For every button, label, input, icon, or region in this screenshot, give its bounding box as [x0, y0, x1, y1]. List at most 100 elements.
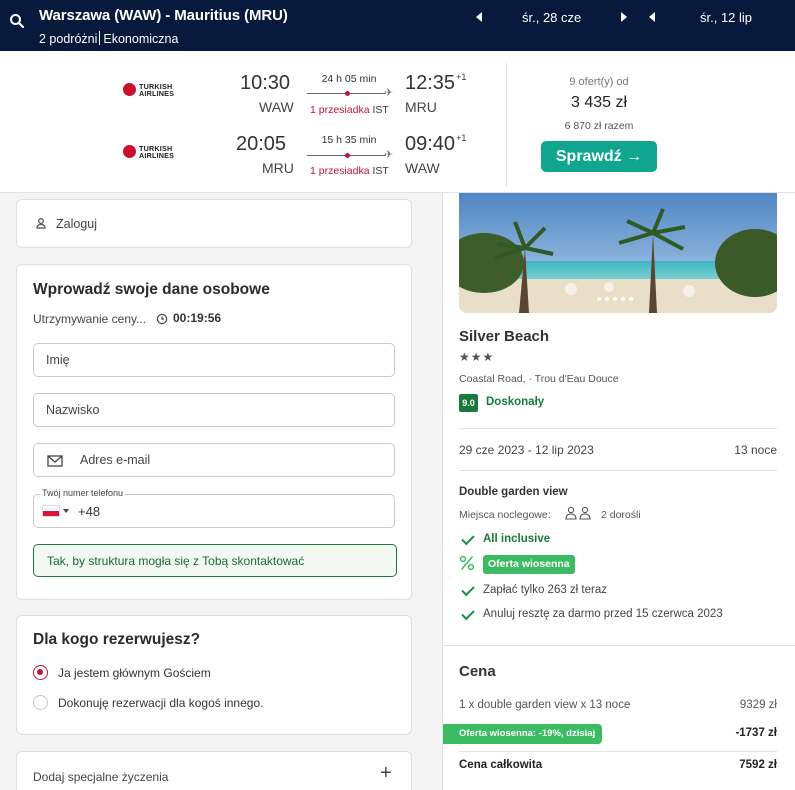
- return-date[interactable]: śr., 12 lip: [700, 10, 752, 25]
- search-header: Warszawa (WAW) - Mauritius (MRU) 2 podró…: [0, 0, 795, 51]
- divider: [459, 470, 777, 471]
- last-name-placeholder: Nazwisko: [46, 403, 100, 417]
- search-icon[interactable]: [8, 12, 26, 30]
- return-arrival-code: WAW: [405, 160, 440, 176]
- return-stops: 1 przesiadka IST: [310, 165, 389, 177]
- return-stop-dot: [345, 153, 350, 158]
- offer-total: 6 870 zł razem: [564, 120, 634, 132]
- return-arrival-time: 09:40+1: [405, 133, 467, 155]
- offer-count: 9 ofert(y) od: [569, 76, 629, 88]
- envelope-icon: [47, 455, 63, 467]
- prev-depart-date-icon[interactable]: [476, 12, 482, 22]
- outbound-departure-time: 10:30: [240, 72, 291, 94]
- stay-nights: 13 noce: [734, 443, 777, 457]
- last-name-field[interactable]: Nazwisko: [33, 393, 395, 427]
- other-guest-label[interactable]: Dokonuję rezerwacji dla kogoś innego.: [58, 696, 263, 710]
- outbound-arrival-time: 12:35+1: [405, 72, 467, 94]
- airline-logo-icon: [123, 83, 136, 96]
- phone-prefix: +48: [78, 504, 101, 519]
- airline-name-line2: AIRLINES: [139, 89, 175, 98]
- price-hold-label: Utrzymywanie ceny...: [33, 312, 147, 326]
- airline-logo-icon: [123, 145, 136, 158]
- airline-name-line2: AIRLINES: [139, 151, 175, 160]
- total-value: 7592 zł: [739, 759, 777, 771]
- price-line-value: 9329 zł: [739, 699, 777, 711]
- room-type: Double garden view: [459, 486, 568, 498]
- contact-note: Tak, by struktura mogła się z Tobą skont…: [33, 544, 397, 577]
- promo-tag: Oferta wiosenna: [483, 555, 575, 574]
- add-request-plus-icon[interactable]: +: [380, 762, 392, 785]
- hotel-name[interactable]: Silver Beach: [459, 328, 549, 345]
- hotel-address: Coastal Road, · Trou d'Eau Douce: [459, 373, 619, 385]
- price-title: Cena: [459, 663, 496, 680]
- outbound-duration: 24 h 05 min: [321, 73, 377, 85]
- login-card[interactable]: Zaloguj: [16, 199, 412, 248]
- airline-logo-return: TURKISH AIRLINES: [123, 142, 183, 162]
- plane-icon: ✈: [384, 149, 394, 161]
- special-requests-label: Dodaj specjalne życzenia: [33, 770, 169, 784]
- offer-price: 3 435 zł: [570, 94, 628, 111]
- review-score-badge: 9.0: [459, 394, 478, 412]
- check-icon: [461, 582, 475, 597]
- main-guest-radio[interactable]: [33, 665, 48, 680]
- email-placeholder: Adres e-mail: [80, 453, 151, 467]
- phone-label: Twój numer telefonu: [40, 488, 126, 498]
- outbound-departure-code: WAW: [259, 99, 294, 115]
- divider: [459, 751, 777, 752]
- return-duration: 15 h 35 min: [321, 134, 377, 146]
- pay-now-text: Zapłać tylko 263 zł teraz: [483, 584, 608, 596]
- contact-note-text: Tak, by struktura mogła się z Tobą skont…: [47, 554, 305, 568]
- route-title[interactable]: Warszawa (WAW) - Mauritius (MRU): [39, 7, 288, 24]
- return-departure-code: MRU: [262, 160, 294, 176]
- discount-tag: Oferta wiosenna: -19%, dzisiaj: [443, 724, 603, 744]
- country-dropdown-icon[interactable]: [63, 509, 69, 513]
- airline-logo-outbound: TURKISH AIRLINES: [123, 80, 183, 100]
- special-requests-card[interactable]: Dodaj specjalne życzenia +: [16, 751, 412, 790]
- board-type: All inclusive: [483, 533, 551, 545]
- travellers-summary[interactable]: 2 podróżni Ekonomiczna: [39, 31, 178, 46]
- depart-date[interactable]: śr., 28 cze: [522, 10, 581, 25]
- free-cancel-text: Anuluj resztę za darmo przed 15 czerwca …: [483, 608, 723, 620]
- personal-data-card: Wprowadź swoje dane osobowe Utrzymywanie…: [16, 264, 412, 600]
- personal-data-title: Wprowadź swoje dane osobowe: [33, 281, 270, 298]
- main-guest-label[interactable]: Ja jestem głównym Gościem: [58, 666, 211, 680]
- poland-flag-icon[interactable]: [42, 505, 60, 517]
- outbound-stop-dot: [345, 91, 350, 96]
- check-offer-button[interactable]: Sprawdź →: [541, 141, 657, 172]
- check-icon: [461, 531, 475, 546]
- booking-for-title: Dla kogo rezerwujesz?: [33, 631, 201, 648]
- email-field[interactable]: Adres e-mail: [33, 443, 395, 477]
- clock-icon: [156, 313, 168, 325]
- travellers-count: 2 podróżni: [39, 32, 98, 46]
- price-hold-timer: 00:19:56: [173, 311, 222, 325]
- check-icon: [461, 606, 475, 621]
- review-score-label: Doskonały: [486, 396, 545, 408]
- section-divider: [443, 645, 795, 646]
- hotel-photo[interactable]: [459, 193, 777, 313]
- user-icon: [36, 218, 46, 229]
- first-name-field[interactable]: Imię: [33, 343, 395, 377]
- discount-value: -1737 zł: [735, 727, 777, 739]
- percent-icon: [459, 555, 475, 571]
- phone-field[interactable]: Twój numer telefonu +48: [33, 488, 395, 528]
- booking-summary: Silver Beach ★★★ Coastal Road, · Trou d'…: [442, 193, 795, 790]
- other-guest-radio[interactable]: [33, 695, 48, 710]
- login-label: Zaloguj: [56, 217, 97, 231]
- return-departure-time: 20:05: [236, 133, 287, 155]
- plane-icon: ✈: [384, 87, 394, 99]
- hotel-stars: ★★★: [459, 350, 495, 364]
- total-label: Cena całkowita: [459, 759, 543, 771]
- prev-return-date-icon[interactable]: [649, 12, 655, 22]
- cabin-class: Ekonomiczna: [103, 32, 179, 46]
- next-depart-date-icon[interactable]: [621, 12, 627, 22]
- outbound-stops: 1 przesiadka IST: [310, 104, 389, 116]
- booking-for-card: Dla kogo rezerwujesz? Ja jestem głównym …: [16, 615, 412, 735]
- stay-dates: 29 cze 2023 - 12 lip 2023: [459, 443, 594, 457]
- sleeps-label: Miejsca noclegowe:: [459, 509, 551, 521]
- outbound-arrival-code: MRU: [405, 99, 437, 115]
- first-name-placeholder: Imię: [46, 353, 70, 367]
- flight-summary: TURKISH AIRLINES 10:30 WAW 24 h 05 min ✈…: [0, 51, 795, 193]
- divider: [459, 428, 777, 429]
- price-line-label: 1 x double garden view x 13 noce: [459, 699, 631, 711]
- sleeps-value: 2 dorośli: [601, 509, 641, 521]
